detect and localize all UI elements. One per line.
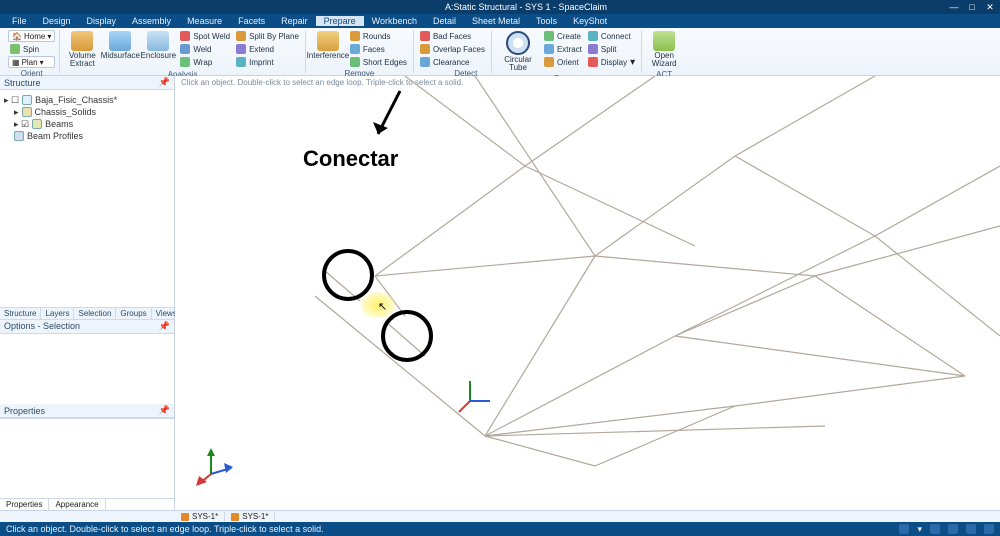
ribbon-group-detect: Bad Faces Overlap Faces Clearance Detect: [414, 30, 492, 73]
menu-file[interactable]: File: [4, 16, 35, 26]
title-bar: A:Static Structural - SYS 1 - SpaceClaim…: [0, 0, 1000, 14]
rounds-button[interactable]: Rounds: [348, 30, 409, 42]
menu-detail[interactable]: Detail: [425, 16, 464, 26]
status-icon[interactable]: [930, 524, 940, 534]
annotation-circle: [381, 310, 433, 362]
interference-button[interactable]: Interference: [310, 30, 346, 61]
spot-weld-button[interactable]: Spot Weld: [178, 30, 232, 42]
beam-split-button[interactable]: Split: [586, 43, 637, 55]
status-icon[interactable]: [899, 524, 909, 534]
panel-tab-properties[interactable]: Properties: [0, 499, 49, 510]
ribbon-group-beams: Circular Tube Create Extract Orient Conn…: [492, 30, 642, 73]
menu-prepare[interactable]: Prepare: [316, 16, 364, 26]
bad-faces-button[interactable]: Bad Faces: [418, 30, 487, 42]
menu-sheet-metal[interactable]: Sheet Metal: [464, 16, 528, 26]
properties-panel: [0, 418, 174, 498]
split-by-plane-button[interactable]: Split By Plane: [234, 30, 301, 42]
tree-node[interactable]: Beam Profiles: [2, 130, 172, 142]
menu-tools[interactable]: Tools: [528, 16, 565, 26]
tree-node[interactable]: ▸ Chassis_Solids: [2, 106, 172, 118]
tree-node[interactable]: ▸ ☑ Beams: [2, 118, 172, 130]
plan-view-dropdown[interactable]: ▦ Plan ▾: [8, 56, 55, 68]
menu-bar: FileDesignDisplayAssemblyMeasureFacetsRe…: [0, 14, 1000, 28]
status-icon[interactable]: [984, 524, 994, 534]
beam-extract-button[interactable]: Extract: [542, 43, 584, 55]
document-tab-strip: SYS-1*SYS-1*: [0, 510, 1000, 522]
menu-workbench[interactable]: Workbench: [364, 16, 425, 26]
view-triad-icon[interactable]: [193, 446, 233, 486]
wrap-button[interactable]: Wrap: [178, 56, 232, 68]
volume-extract-button[interactable]: Volume Extract: [64, 30, 100, 69]
status-icon[interactable]: [948, 524, 958, 534]
side-tab-strip: StructureLayersSelectionGroupsViews: [0, 307, 174, 319]
left-bottom-tabs: PropertiesAppearance: [0, 498, 174, 510]
weld-button[interactable]: Weld: [178, 43, 232, 55]
tree-root[interactable]: ▸ ☐ Baja_Fisic_Chassis*: [2, 94, 172, 106]
beam-connect-button[interactable]: Connect: [586, 30, 637, 42]
origin-triad-icon: [455, 376, 495, 416]
faces-button[interactable]: Faces: [348, 43, 409, 55]
left-panel: Structure📌 ▸ ☐ Baja_Fisic_Chassis* ▸ Cha…: [0, 76, 175, 510]
panel-tab-appearance[interactable]: Appearance: [49, 499, 105, 510]
menu-keyshot[interactable]: KeyShot: [565, 16, 615, 26]
menu-display[interactable]: Display: [79, 16, 125, 26]
status-icon[interactable]: [966, 524, 976, 534]
circular-tube-button[interactable]: Circular Tube: [496, 30, 540, 73]
side-tab-selection[interactable]: Selection: [74, 308, 116, 319]
home-view-dropdown[interactable]: 🏠 Home ▾: [8, 30, 55, 42]
side-tab-groups[interactable]: Groups: [116, 308, 151, 319]
properties-panel-header: Properties📌: [0, 404, 174, 418]
structure-panel-header: Structure📌: [0, 76, 174, 90]
ribbon-group-orient: 🏠 Home ▾ Spin ▦ Plan ▾ Orient: [4, 30, 60, 73]
clearance-button[interactable]: Clearance: [418, 56, 487, 68]
ribbon: 🏠 Home ▾ Spin ▦ Plan ▾ Orient Volume Ext…: [0, 28, 1000, 76]
short-edges-button[interactable]: Short Edges: [348, 56, 409, 68]
menu-facets[interactable]: Facets: [230, 16, 273, 26]
status-bar: Click an object. Double-click to select …: [0, 522, 1000, 536]
window-title: A:Static Structural - SYS 1 - SpaceClaim: [445, 2, 607, 12]
menu-repair[interactable]: Repair: [273, 16, 316, 26]
enclosure-button[interactable]: Enclosure: [140, 30, 176, 61]
midsurface-button[interactable]: Midsurface: [102, 30, 138, 61]
annotation-circle: [322, 249, 374, 301]
panel-pin-icon[interactable]: 📌: [159, 77, 170, 88]
ribbon-group-act: Open Wizard ACT: [642, 30, 686, 73]
minimize-button[interactable]: —: [948, 2, 960, 12]
annotation-label: Conectar: [303, 146, 398, 172]
ribbon-group-analysis: Volume Extract Midsurface Enclosure Spot…: [60, 30, 306, 73]
beam-create-button[interactable]: Create: [542, 30, 584, 42]
beam-display-button[interactable]: Display ▾: [586, 56, 637, 68]
spin-button[interactable]: Spin: [8, 43, 55, 55]
overlap-faces-button[interactable]: Overlap Faces: [418, 43, 487, 55]
options-panel-header: Options - Selection📌: [0, 319, 174, 334]
document-tab[interactable]: SYS-1*: [175, 512, 225, 521]
close-button[interactable]: ✕: [984, 2, 996, 12]
viewport-3d[interactable]: Click an object. Double-click to select …: [175, 76, 1000, 510]
menu-design[interactable]: Design: [35, 16, 79, 26]
maximize-button[interactable]: □: [966, 2, 978, 12]
side-tab-structure[interactable]: Structure: [0, 308, 41, 319]
structure-tree[interactable]: ▸ ☐ Baja_Fisic_Chassis* ▸ Chassis_Solids…: [0, 90, 174, 307]
extend-button[interactable]: Extend: [234, 43, 301, 55]
status-dropdown[interactable]: ▾: [917, 524, 922, 535]
open-wizard-button[interactable]: Open Wizard: [646, 30, 682, 69]
document-tab[interactable]: SYS-1*: [225, 512, 275, 521]
main-area: Structure📌 ▸ ☐ Baja_Fisic_Chassis* ▸ Cha…: [0, 76, 1000, 510]
status-text: Click an object. Double-click to select …: [6, 524, 324, 534]
annotation-arrow-icon: [370, 86, 410, 146]
menu-measure[interactable]: Measure: [179, 16, 230, 26]
cursor-icon: ↖: [378, 300, 387, 313]
beam-orient-button[interactable]: Orient: [542, 56, 584, 68]
ribbon-group-remove: Interference Rounds Faces Short Edges Re…: [306, 30, 414, 73]
imprint-button[interactable]: Imprint: [234, 56, 301, 68]
side-tab-layers[interactable]: Layers: [41, 308, 74, 319]
menu-assembly[interactable]: Assembly: [124, 16, 179, 26]
wireframe-model: [175, 76, 1000, 511]
